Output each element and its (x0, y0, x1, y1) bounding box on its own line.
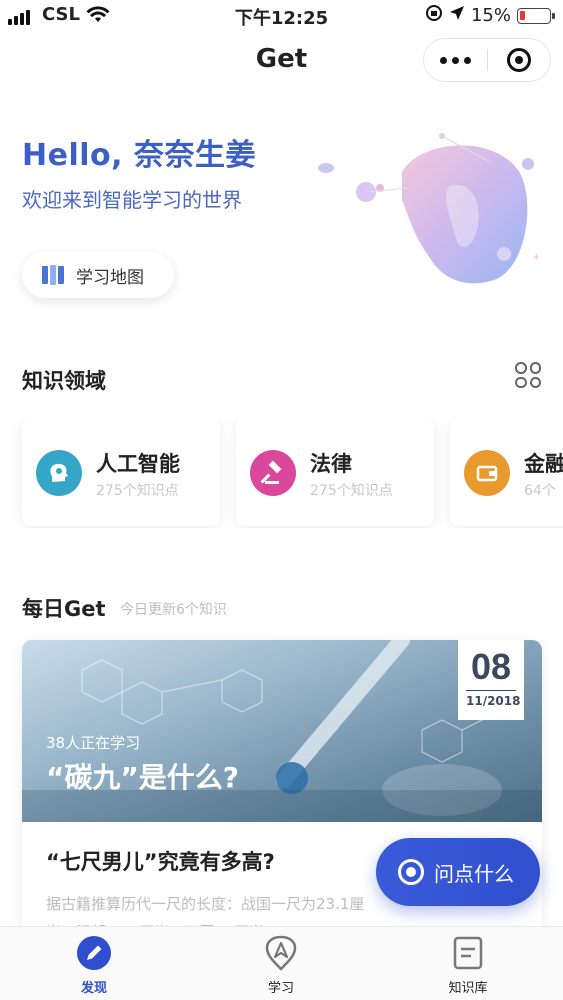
date-badge: 08 11/2018 (458, 640, 524, 720)
learning-map-button[interactable]: 学习地图 (22, 252, 174, 298)
tab-discover[interactable]: 发现 (44, 935, 144, 997)
hero-illustration: + (318, 133, 540, 284)
wallet-icon (464, 450, 510, 496)
domain-name: 法律 (310, 452, 352, 476)
tab-study[interactable]: 学习 (231, 935, 331, 997)
greeting-title: Hello, 奈奈生姜 (22, 138, 256, 173)
domain-list: 人工智能 275个知识点 法律 275个知识点 金融 64个 (0, 418, 563, 528)
ask-button-label: 问点什么 (434, 861, 514, 886)
learner-count: 38人正在学习 (46, 734, 141, 752)
battery-icon (517, 7, 555, 24)
location-arrow-icon (449, 5, 465, 26)
chat-bubble-icon (398, 859, 424, 885)
domain-card-finance[interactable]: 金融 64个 (450, 418, 563, 526)
ask-button[interactable]: 问点什么 (376, 838, 540, 906)
bottom-tab-bar: 发现 学习 知识库 (0, 926, 563, 1000)
section-title-daily: 每日Get (22, 597, 106, 621)
navigation-pin-icon (265, 935, 297, 971)
daily-subtitle: 今日更新6个知识 (120, 602, 227, 618)
head-brain-icon (36, 450, 82, 496)
tab-knowledge-base[interactable]: 知识库 (418, 935, 518, 997)
daily-headline: “碳九”是什么? (46, 761, 240, 794)
domain-name: 金融 (524, 452, 563, 476)
status-bar: CSL 下午12:25 15% (0, 0, 563, 30)
domain-card-law[interactable]: 法律 275个知识点 (236, 418, 434, 526)
map-icon (42, 265, 64, 285)
learning-map-label: 学习地图 (76, 267, 144, 288)
article-question: “七尺男儿”究竟有多高? (46, 850, 275, 874)
grid-view-icon[interactable] (515, 362, 541, 388)
domain-count: 275个知识点 (96, 483, 179, 499)
target-circle-icon[interactable] (488, 38, 550, 82)
domain-name: 人工智能 (96, 452, 180, 476)
svg-text:+: + (532, 252, 540, 263)
domain-count: 64个 (524, 483, 556, 499)
compass-pencil-icon (77, 936, 111, 970)
tab-label: 发现 (80, 981, 107, 996)
gavel-icon (250, 450, 296, 496)
battery-percent: 15% (470, 5, 511, 26)
date-day: 08 (470, 646, 512, 687)
domain-card-ai[interactable]: 人工智能 275个知识点 (22, 418, 220, 526)
domain-count: 275个知识点 (310, 483, 393, 499)
tab-label: 学习 (267, 981, 294, 996)
welcome-subtitle: 欢迎来到智能学习的世界 (22, 188, 242, 212)
orientation-lock-icon (425, 4, 443, 27)
document-icon (453, 936, 483, 970)
date-month: 11/2018 (466, 690, 520, 708)
section-title-knowledge: 知识领域 (22, 369, 106, 393)
tab-label: 知识库 (448, 981, 488, 996)
more-dots-icon[interactable] (424, 38, 487, 82)
mini-program-capsule (423, 38, 551, 82)
